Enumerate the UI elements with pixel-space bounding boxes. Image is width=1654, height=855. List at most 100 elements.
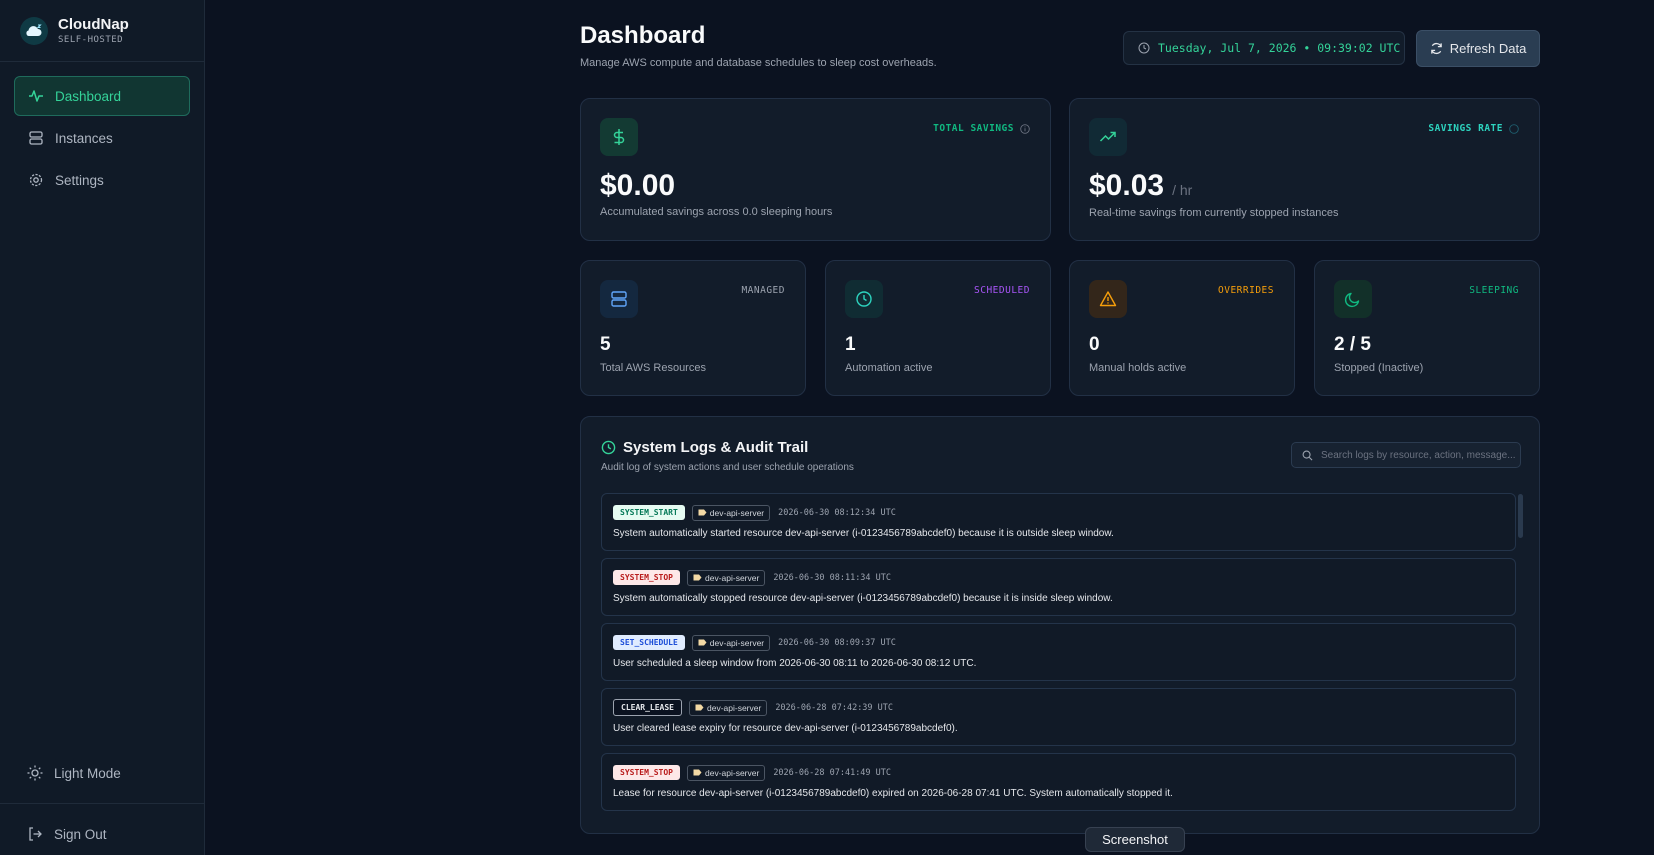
info-icon[interactable] bbox=[1509, 123, 1519, 134]
brand[interactable]: CloudNap SELF-HOSTED bbox=[0, 0, 204, 62]
tag-icon bbox=[693, 574, 702, 581]
server-icon bbox=[27, 129, 45, 147]
warning-icon bbox=[1089, 280, 1127, 318]
managed-card: MANAGED 5 Total AWS Resources bbox=[580, 260, 806, 396]
overrides-tag: OVERRIDES bbox=[1218, 285, 1274, 296]
total-savings-tag-label: TOTAL SAVINGS bbox=[933, 123, 1014, 134]
scheduled-value: 1 bbox=[845, 334, 856, 355]
datetime-text: Tuesday, Jul 7, 2026 • 09:39:02 UTC bbox=[1158, 41, 1401, 55]
logs-title-text: System Logs & Audit Trail bbox=[623, 439, 809, 456]
clock-icon bbox=[845, 280, 883, 318]
logs-title: System Logs & Audit Trail bbox=[601, 439, 808, 456]
action-badge: CLEAR_LEASE bbox=[613, 699, 682, 716]
log-list: SYSTEM_START dev-api-server 2026-06-30 0… bbox=[601, 493, 1516, 818]
clock-icon bbox=[601, 440, 616, 455]
sidebar-item-settings[interactable]: Settings bbox=[14, 160, 190, 200]
sleeping-tag: SLEEPING bbox=[1469, 285, 1519, 296]
resource-name: dev-api-server bbox=[704, 572, 760, 583]
search-icon bbox=[1302, 450, 1313, 461]
overrides-card: OVERRIDES 0 Manual holds active bbox=[1069, 260, 1295, 396]
resource-chip[interactable]: dev-api-server bbox=[691, 504, 771, 521]
action-badge: SET_SCHEDULE bbox=[613, 635, 685, 650]
log-message: System automatically started resource de… bbox=[613, 528, 1114, 539]
refresh-data-button[interactable]: Refresh Data bbox=[1416, 30, 1540, 67]
log-meta: CLEAR_LEASE dev-api-server 2026-06-28 07… bbox=[613, 699, 1504, 716]
savings-rate-card: SAVINGS RATE $0.03 / hr Real-time saving… bbox=[1069, 98, 1540, 241]
managed-desc: Total AWS Resources bbox=[600, 362, 706, 374]
log-timestamp: 2026-06-28 07:42:39 UTC bbox=[775, 702, 894, 713]
tag-icon bbox=[698, 639, 707, 646]
system-logs-panel: System Logs & Audit Trail Audit log of s… bbox=[580, 416, 1540, 834]
log-message: User cleared lease expiry for resource d… bbox=[613, 723, 958, 734]
log-entry[interactable]: SYSTEM_START dev-api-server 2026-06-30 0… bbox=[601, 493, 1516, 551]
sidebar-item-label: Settings bbox=[55, 172, 104, 188]
datetime-display: Tuesday, Jul 7, 2026 • 09:39:02 UTC bbox=[1123, 31, 1405, 65]
brand-name: CloudNap bbox=[58, 15, 129, 33]
scheduled-tag: SCHEDULED bbox=[974, 285, 1030, 296]
log-entry[interactable]: SYSTEM_STOP dev-api-server 2026-06-30 08… bbox=[601, 558, 1516, 616]
resource-name: dev-api-server bbox=[706, 702, 762, 713]
sidebar-item-instances[interactable]: Instances bbox=[14, 118, 190, 158]
sidebar-item-label: Dashboard bbox=[55, 88, 122, 104]
page-title: Dashboard bbox=[580, 22, 706, 49]
log-meta: SYSTEM_STOP dev-api-server 2026-06-30 08… bbox=[613, 569, 1504, 586]
sleeping-card: SLEEPING 2 / 5 Stopped (Inactive) bbox=[1314, 260, 1540, 396]
log-entry[interactable]: SET_SCHEDULE dev-api-server 2026-06-30 0… bbox=[601, 623, 1516, 681]
log-timestamp: 2026-06-30 08:11:34 UTC bbox=[773, 572, 892, 583]
logs-search-input[interactable] bbox=[1321, 449, 1516, 461]
log-message: Lease for resource dev-api-server (i-012… bbox=[613, 788, 1173, 799]
managed-value: 5 bbox=[600, 334, 611, 355]
log-message: System automatically stopped resource de… bbox=[613, 593, 1113, 604]
resource-chip[interactable]: dev-api-server bbox=[688, 699, 768, 716]
log-entry[interactable]: SYSTEM_STOP dev-api-server 2026-06-28 07… bbox=[601, 753, 1516, 811]
overrides-desc: Manual holds active bbox=[1089, 362, 1187, 374]
log-meta: SYSTEM_START dev-api-server 2026-06-30 0… bbox=[613, 504, 1504, 521]
sign-out-label: Sign Out bbox=[54, 826, 107, 842]
log-meta: SET_SCHEDULE dev-api-server 2026-06-30 0… bbox=[613, 634, 1504, 651]
logs-search-box[interactable] bbox=[1291, 442, 1521, 468]
clock-icon bbox=[1138, 42, 1150, 54]
resource-chip[interactable]: dev-api-server bbox=[686, 764, 766, 781]
logs-scrollbar[interactable] bbox=[1518, 494, 1523, 538]
scheduled-desc: Automation active bbox=[845, 362, 933, 374]
savings-rate-tag: SAVINGS RATE bbox=[1428, 123, 1519, 134]
tag-icon bbox=[693, 769, 702, 776]
logs-subtitle: Audit log of system actions and user sch… bbox=[601, 462, 854, 473]
sleeping-desc: Stopped (Inactive) bbox=[1334, 362, 1424, 374]
light-mode-toggle[interactable]: Light Mode bbox=[14, 755, 190, 791]
resource-chip[interactable]: dev-api-server bbox=[686, 569, 766, 586]
log-timestamp: 2026-06-30 08:09:37 UTC bbox=[778, 637, 896, 648]
refresh-data-label: Refresh Data bbox=[1449, 41, 1527, 56]
screenshot-button[interactable]: Screenshot bbox=[1085, 827, 1185, 852]
dollar-icon bbox=[600, 118, 638, 156]
log-timestamp: 2026-06-30 08:12:34 UTC bbox=[778, 507, 896, 518]
total-savings-value: $0.00 bbox=[600, 169, 676, 202]
log-entry[interactable]: CLEAR_LEASE dev-api-server 2026-06-28 07… bbox=[601, 688, 1516, 746]
sidebar-item-label: Instances bbox=[55, 130, 113, 146]
total-savings-card: TOTAL SAVINGS $0.00 Accumulated savings … bbox=[580, 98, 1051, 241]
resource-name: dev-api-server bbox=[709, 637, 765, 648]
resource-chip[interactable]: dev-api-server bbox=[691, 634, 771, 651]
log-meta: SYSTEM_STOP dev-api-server 2026-06-28 07… bbox=[613, 764, 1504, 781]
action-badge: SYSTEM_START bbox=[613, 505, 685, 520]
scheduled-card: SCHEDULED 1 Automation active bbox=[825, 260, 1051, 396]
action-badge: SYSTEM_STOP bbox=[613, 765, 680, 780]
sidebar-nav: Dashboard Instances Settings bbox=[0, 62, 204, 200]
sidebar: CloudNap SELF-HOSTED Dashboard Instances… bbox=[0, 0, 205, 855]
savings-rate-value: $0.03 bbox=[1089, 169, 1165, 202]
action-badge: SYSTEM_STOP bbox=[613, 570, 680, 585]
resource-name: dev-api-server bbox=[709, 507, 765, 518]
sign-out-button[interactable]: Sign Out bbox=[14, 816, 190, 852]
savings-rate-unit: / hr bbox=[1172, 182, 1193, 198]
total-savings-desc: Accumulated savings across 0.0 sleeping … bbox=[600, 206, 833, 218]
sun-icon bbox=[26, 764, 44, 782]
tag-icon bbox=[698, 509, 707, 516]
cloud-logo-icon bbox=[20, 16, 48, 45]
refresh-icon bbox=[1430, 42, 1443, 55]
sleeping-value: 2 / 5 bbox=[1334, 334, 1371, 355]
sidebar-item-dashboard[interactable]: Dashboard bbox=[14, 76, 190, 116]
managed-tag: MANAGED bbox=[741, 285, 785, 296]
brand-subtitle: SELF-HOSTED bbox=[58, 34, 124, 45]
savings-rate-value-row: $0.03 / hr bbox=[1089, 169, 1192, 203]
info-icon[interactable] bbox=[1020, 123, 1030, 134]
